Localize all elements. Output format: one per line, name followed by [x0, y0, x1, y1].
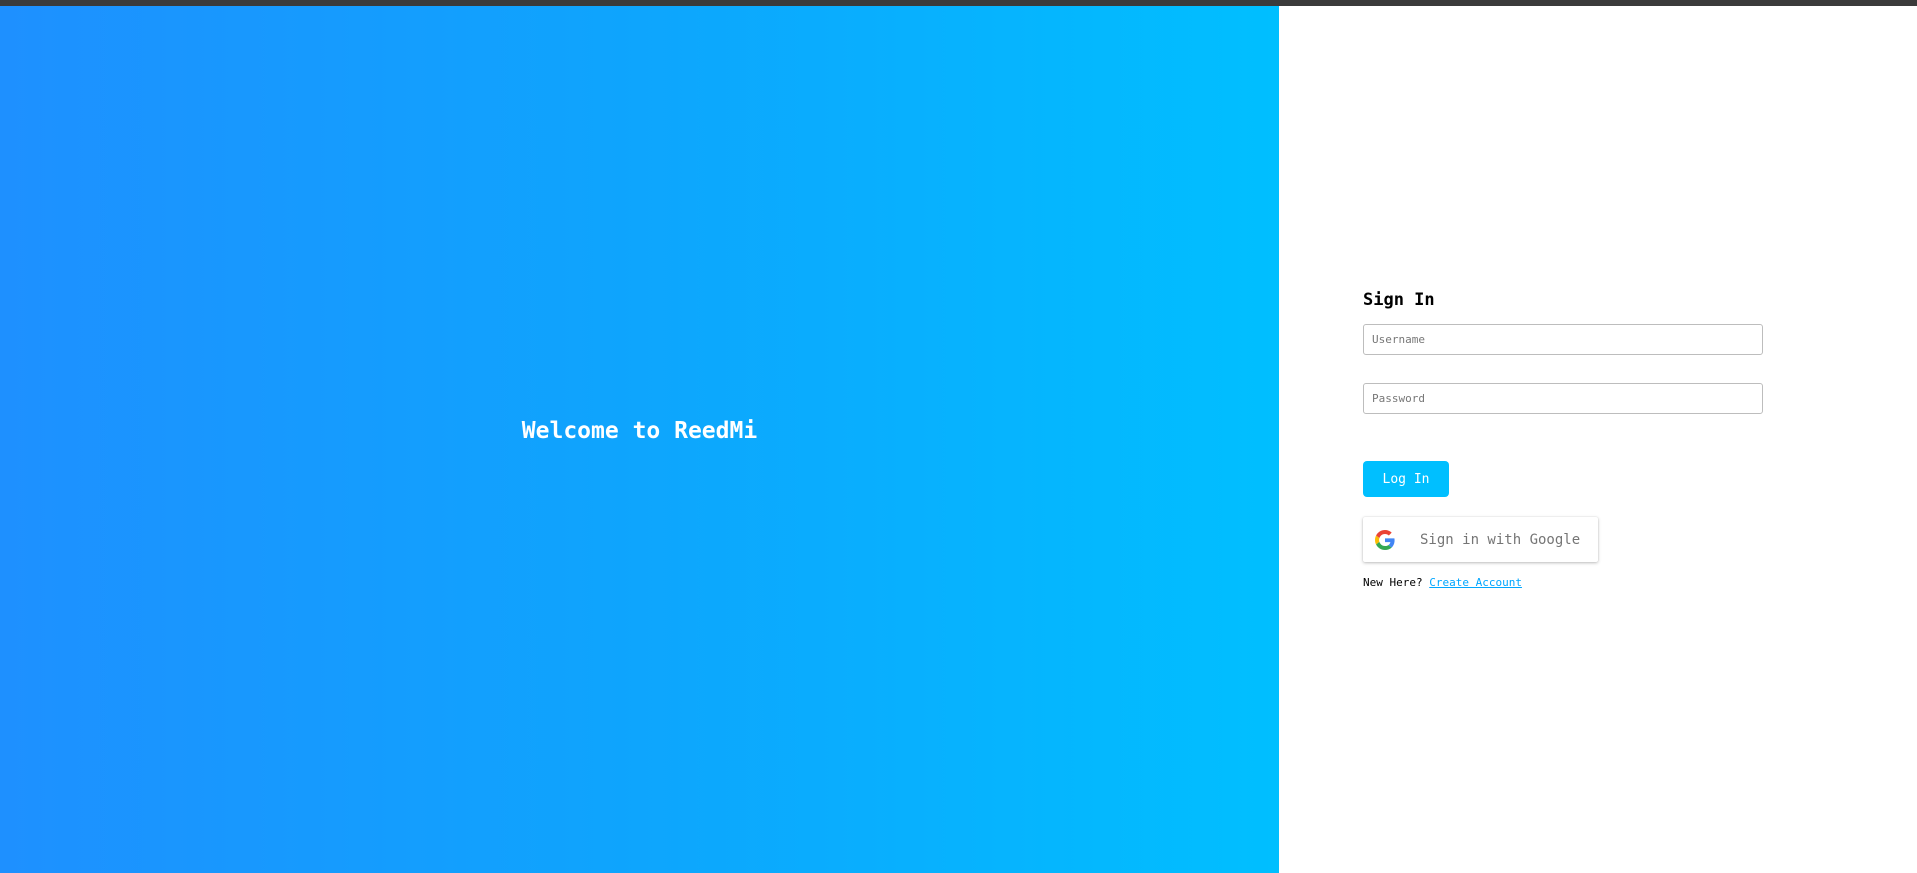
welcome-hero: Welcome to ReedMi: [0, 6, 1279, 873]
username-input[interactable]: [1363, 324, 1763, 355]
signup-row: New Here? Create Account: [1363, 576, 1763, 589]
google-sign-in-label: Sign in with Google: [1420, 531, 1581, 548]
google-icon: [1375, 529, 1395, 550]
sign-in-form: Sign In Log In Sign in with Google New H…: [1363, 290, 1763, 589]
log-in-button[interactable]: Log In: [1363, 461, 1449, 497]
signup-prompt: New Here?: [1363, 576, 1423, 589]
sign-in-panel: Sign In Log In Sign in with Google New H…: [1279, 6, 1917, 873]
sign-in-title: Sign In: [1363, 290, 1435, 310]
welcome-title: Welcome to ReedMi: [521, 417, 758, 444]
create-account-link[interactable]: Create Account: [1429, 576, 1522, 589]
password-input[interactable]: [1363, 383, 1763, 414]
google-sign-in-button[interactable]: Sign in with Google: [1363, 517, 1598, 562]
